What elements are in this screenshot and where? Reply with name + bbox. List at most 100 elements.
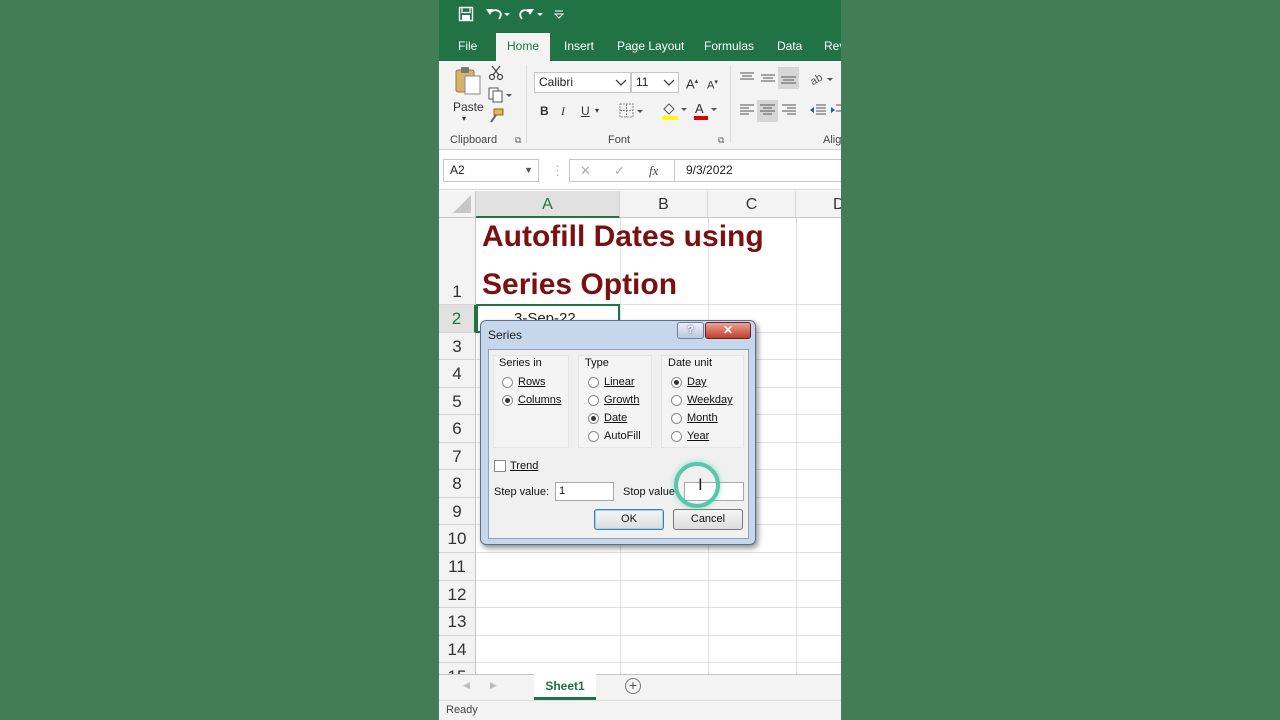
decrease-indent-icon[interactable]	[809, 103, 827, 121]
gridline	[476, 552, 841, 553]
tab-home[interactable]: Home	[496, 33, 551, 61]
format-painter-icon[interactable]	[488, 108, 504, 128]
row-header-12[interactable]: 12	[439, 581, 476, 608]
fill-color-icon[interactable]	[661, 101, 687, 124]
orientation-icon[interactable]: ab	[808, 71, 835, 91]
redo-icon[interactable]	[518, 6, 544, 28]
cancel-entry-icon[interactable]: ✕	[580, 163, 591, 179]
row-header-11[interactable]: 11	[439, 553, 476, 581]
save-icon[interactable]	[458, 6, 474, 28]
row-header-1[interactable]: 1	[439, 218, 476, 305]
radio-button[interactable]	[671, 394, 682, 406]
radio-growth[interactable]: Growth	[588, 394, 639, 406]
middle-align-icon[interactable]	[760, 71, 776, 89]
column-header-d[interactable]: D	[796, 191, 841, 218]
formula-input[interactable]: 9/3/2022	[675, 159, 841, 182]
cancel-button[interactable]: Cancel	[673, 509, 743, 530]
radio-date[interactable]: Date	[588, 412, 627, 424]
scroll-right-icon[interactable]: ▶	[490, 680, 497, 691]
paste-label[interactable]: Paste	[453, 100, 484, 114]
row-header-3[interactable]: 3	[439, 333, 476, 360]
row-header-8[interactable]: 8	[439, 470, 476, 498]
top-align-icon[interactable]	[739, 71, 755, 89]
help-button[interactable]: ?	[677, 322, 704, 339]
decrease-font-icon[interactable]: A▾	[707, 75, 718, 94]
radio-weekday[interactable]: Weekday	[671, 394, 733, 406]
font-size-combo[interactable]: 11	[631, 72, 679, 93]
copy-icon[interactable]	[488, 87, 512, 107]
paste-icon[interactable]	[454, 66, 482, 100]
row-header-13[interactable]: 13	[439, 608, 476, 636]
scroll-left-icon[interactable]: ◀	[463, 680, 470, 691]
italic-button[interactable]: I	[561, 103, 565, 119]
undo-icon[interactable]	[485, 6, 511, 28]
radio-button-selected[interactable]	[588, 412, 599, 424]
align-right-icon[interactable]	[781, 103, 797, 121]
tab-insert[interactable]: Insert	[564, 33, 594, 61]
column-header-b[interactable]: B	[620, 191, 708, 218]
checkbox-box[interactable]	[494, 460, 506, 472]
tab-file[interactable]: File	[458, 33, 477, 61]
borders-icon[interactable]	[619, 103, 643, 123]
dialog-body: Series in Rows Columns Type Linear Growt…	[488, 349, 749, 539]
align-left-icon[interactable]	[739, 103, 755, 121]
bottom-align-icon[interactable]	[778, 67, 799, 89]
radio-button[interactable]	[671, 412, 682, 424]
column-header-a[interactable]: A	[476, 191, 620, 218]
chevron-down-icon[interactable]	[615, 73, 627, 99]
radio-day[interactable]: Day	[671, 376, 707, 388]
underline-button[interactable]: U	[581, 103, 590, 119]
increase-indent-icon[interactable]	[831, 103, 841, 121]
tab-data[interactable]: Data	[777, 33, 802, 61]
insert-function-icon[interactable]: fx	[649, 163, 658, 179]
font-color-icon[interactable]: A	[693, 101, 719, 124]
tab-formulas[interactable]: Formulas	[704, 33, 754, 61]
radio-button[interactable]	[588, 430, 599, 442]
radio-year[interactable]: Year	[671, 430, 709, 442]
radio-autofill[interactable]: AutoFill	[588, 430, 641, 442]
cut-icon[interactable]	[488, 65, 504, 85]
column-header-c[interactable]: C	[708, 191, 796, 218]
trend-checkbox[interactable]: Trend	[494, 460, 538, 472]
radio-rows[interactable]: Rows	[502, 376, 546, 388]
radio-button[interactable]	[671, 430, 682, 442]
row-header-6[interactable]: 6	[439, 415, 476, 443]
radio-button[interactable]	[588, 394, 599, 406]
radio-button[interactable]	[588, 376, 599, 388]
radio-linear[interactable]: Linear	[588, 376, 635, 388]
tab-page-layout[interactable]: Page Layout	[617, 33, 684, 61]
row-header-2[interactable]: 2	[439, 305, 476, 333]
radio-columns[interactable]: Columns	[502, 394, 561, 406]
sheet-tab-sheet1[interactable]: Sheet1	[534, 674, 596, 700]
select-all-corner[interactable]	[439, 191, 476, 218]
tab-review[interactable]: Rev	[824, 33, 841, 61]
underline-dropdown-icon[interactable]: ▾	[595, 103, 599, 119]
font-launcher-icon[interactable]: ⧉	[718, 135, 724, 146]
step-value-input[interactable]: 1	[555, 482, 614, 501]
align-center-icon[interactable]	[757, 100, 778, 122]
radio-month[interactable]: Month	[671, 412, 718, 424]
row-header-10[interactable]: 10	[439, 525, 476, 553]
row-header-4[interactable]: 4	[439, 360, 476, 388]
close-button[interactable]: ✕	[705, 322, 751, 339]
customize-icon[interactable]	[553, 6, 565, 26]
radio-button-selected[interactable]	[671, 376, 682, 388]
confirm-entry-icon[interactable]: ✓	[614, 163, 625, 179]
clipboard-launcher-icon[interactable]: ⧉	[515, 135, 521, 146]
radio-button[interactable]	[502, 376, 513, 388]
row-header-14[interactable]: 14	[439, 636, 476, 663]
font-name-combo[interactable]: Calibri	[534, 72, 631, 93]
radio-button-selected[interactable]	[502, 394, 513, 406]
paste-dropdown-icon[interactable]: ▾	[462, 114, 466, 123]
row-header-5[interactable]: 5	[439, 388, 476, 415]
add-sheet-icon[interactable]: +	[625, 678, 641, 694]
chevron-down-icon[interactable]	[663, 73, 675, 99]
gridline	[476, 580, 841, 581]
row-header-7[interactable]: 7	[439, 443, 476, 470]
bold-button[interactable]: B	[540, 103, 549, 119]
name-box[interactable]: A2 ▼	[443, 159, 539, 182]
ok-button[interactable]: OK	[594, 509, 664, 530]
chevron-down-icon[interactable]: ▼	[524, 160, 533, 181]
row-header-9[interactable]: 9	[439, 498, 476, 525]
increase-font-icon[interactable]: A▴	[686, 74, 698, 92]
